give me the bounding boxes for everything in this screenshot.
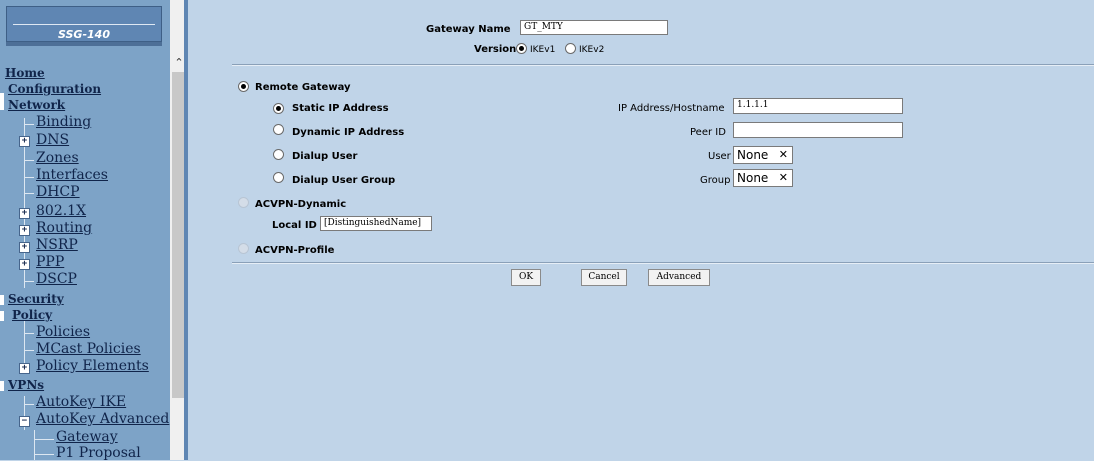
advanced-button[interactable]: Advanced (648, 269, 710, 286)
nav-dhcp[interactable]: DHCP (36, 184, 80, 200)
acvpn-dynamic-label: ACVPN-Dynamic (255, 199, 347, 210)
radio-static-ip[interactable] (273, 103, 284, 114)
tree-branch (24, 160, 34, 161)
nav-dns[interactable]: DNS (36, 132, 69, 148)
ip-hostname-input[interactable]: 1.1.1.1 (733, 98, 903, 114)
tree-node-marker (0, 381, 4, 391)
tree-branch (24, 281, 34, 282)
nav-ppp[interactable]: PPP (36, 254, 64, 270)
nav-dscp[interactable]: DSCP (36, 271, 77, 287)
nav-configuration[interactable]: Configuration (8, 82, 101, 96)
radio-acvpn-dynamic[interactable] (238, 197, 249, 208)
tree-branch (24, 404, 34, 405)
nav-network[interactable]: Network (8, 98, 65, 112)
nav-routing[interactable]: Routing (36, 220, 92, 236)
tree-node-marker (0, 311, 4, 321)
cancel-button[interactable]: Cancel (581, 269, 627, 286)
nav-mcast-policies[interactable]: MCast Policies (36, 341, 141, 357)
banner-shadow (6, 42, 162, 46)
radio-dialup-user-group[interactable] (273, 172, 284, 183)
tree-line-autokey (34, 430, 35, 460)
tree-branch (34, 454, 54, 455)
section-divider (232, 64, 1094, 66)
nav-home[interactable]: Home (5, 66, 45, 80)
device-banner: SSG-140 (6, 6, 162, 42)
radio-acvpn-profile[interactable] (238, 243, 249, 254)
nav-gateway[interactable]: Gateway (56, 429, 118, 445)
user-select-value: None (737, 148, 769, 162)
peer-id-label: Peer ID (690, 127, 726, 138)
nav-802-1x[interactable]: 802.1X (36, 203, 86, 219)
nav-vpns[interactable]: VPNs (8, 378, 44, 392)
device-model-label: SSG-140 (57, 28, 110, 41)
tree-branch (24, 193, 34, 194)
chevron-down-icon: ✕ (778, 148, 788, 161)
expand-icon[interactable]: + (19, 259, 30, 270)
chevron-down-icon: ✕ (778, 171, 788, 184)
expand-icon[interactable]: + (19, 363, 30, 374)
expand-icon[interactable]: + (19, 136, 30, 147)
nav-binding[interactable]: Binding (36, 114, 91, 130)
tree-node-marker (0, 295, 4, 305)
nav-interfaces[interactable]: Interfaces (36, 167, 108, 183)
tree-branch (24, 350, 34, 351)
user-label: User (708, 151, 731, 162)
ikev2-label: IKEv2 (579, 45, 605, 55)
local-id-input[interactable]: [DistinguishedName] (320, 216, 432, 231)
section-divider (232, 262, 1094, 264)
tree-branch (24, 333, 34, 334)
user-select[interactable]: None ✕ (733, 146, 793, 164)
group-select[interactable]: None ✕ (733, 169, 793, 187)
nav-policies[interactable]: Policies (36, 324, 90, 340)
version-label: Version (474, 44, 517, 55)
dynamic-ip-label: Dynamic IP Address (292, 127, 405, 138)
nav-policy-elements[interactable]: Policy Elements (36, 358, 149, 374)
ip-hostname-label: IP Address/Hostname (618, 103, 725, 114)
gateway-name-label: Gateway Name (426, 24, 511, 35)
expand-icon[interactable]: + (19, 208, 30, 219)
radio-dynamic-ip[interactable] (273, 124, 284, 135)
remote-gateway-label: Remote Gateway (255, 82, 351, 93)
gateway-config-panel: Gateway Name GT_MTY Version IKEv1 IKEv2 … (188, 0, 1094, 460)
tree-branch (34, 439, 54, 440)
group-label: Group (700, 175, 731, 186)
nav-p1-proposal[interactable]: P1 Proposal (56, 445, 141, 461)
dialup-user-label: Dialup User (292, 151, 358, 162)
sidebar: SSG-140 Home Configuration Network Bindi… (0, 0, 188, 461)
peer-id-input[interactable] (733, 122, 903, 138)
tree-branch (24, 177, 34, 178)
tree-branch (24, 124, 34, 125)
ikev1-label: IKEv1 (530, 45, 556, 55)
nav-autokey-ike[interactable]: AutoKey IKE (36, 394, 126, 410)
nav-autokey-advanced[interactable]: AutoKey Advanced (36, 411, 169, 427)
expand-icon[interactable]: + (19, 225, 30, 236)
banner-divider (13, 24, 155, 25)
group-select-value: None (737, 171, 769, 185)
static-ip-label: Static IP Address (292, 103, 389, 114)
radio-ikev1[interactable] (516, 43, 527, 54)
radio-dialup-user[interactable] (273, 149, 284, 160)
radio-ikev2[interactable] (565, 43, 576, 54)
ok-button[interactable]: OK (511, 269, 541, 286)
tree-node-marker (0, 100, 4, 110)
dialup-user-group-label: Dialup User Group (292, 175, 396, 186)
nav-zones[interactable]: Zones (36, 150, 79, 166)
acvpn-profile-label: ACVPN-Profile (255, 245, 335, 256)
nav-policy[interactable]: Policy (12, 308, 52, 322)
expand-icon[interactable]: + (19, 242, 30, 253)
nav-security[interactable]: Security (8, 292, 64, 306)
nav-nsrp[interactable]: NSRP (36, 237, 78, 253)
gateway-name-input[interactable]: GT_MTY (520, 20, 668, 35)
collapse-icon[interactable]: − (19, 416, 30, 427)
local-id-label: Local ID (272, 220, 317, 231)
radio-remote-gateway[interactable] (238, 81, 249, 92)
